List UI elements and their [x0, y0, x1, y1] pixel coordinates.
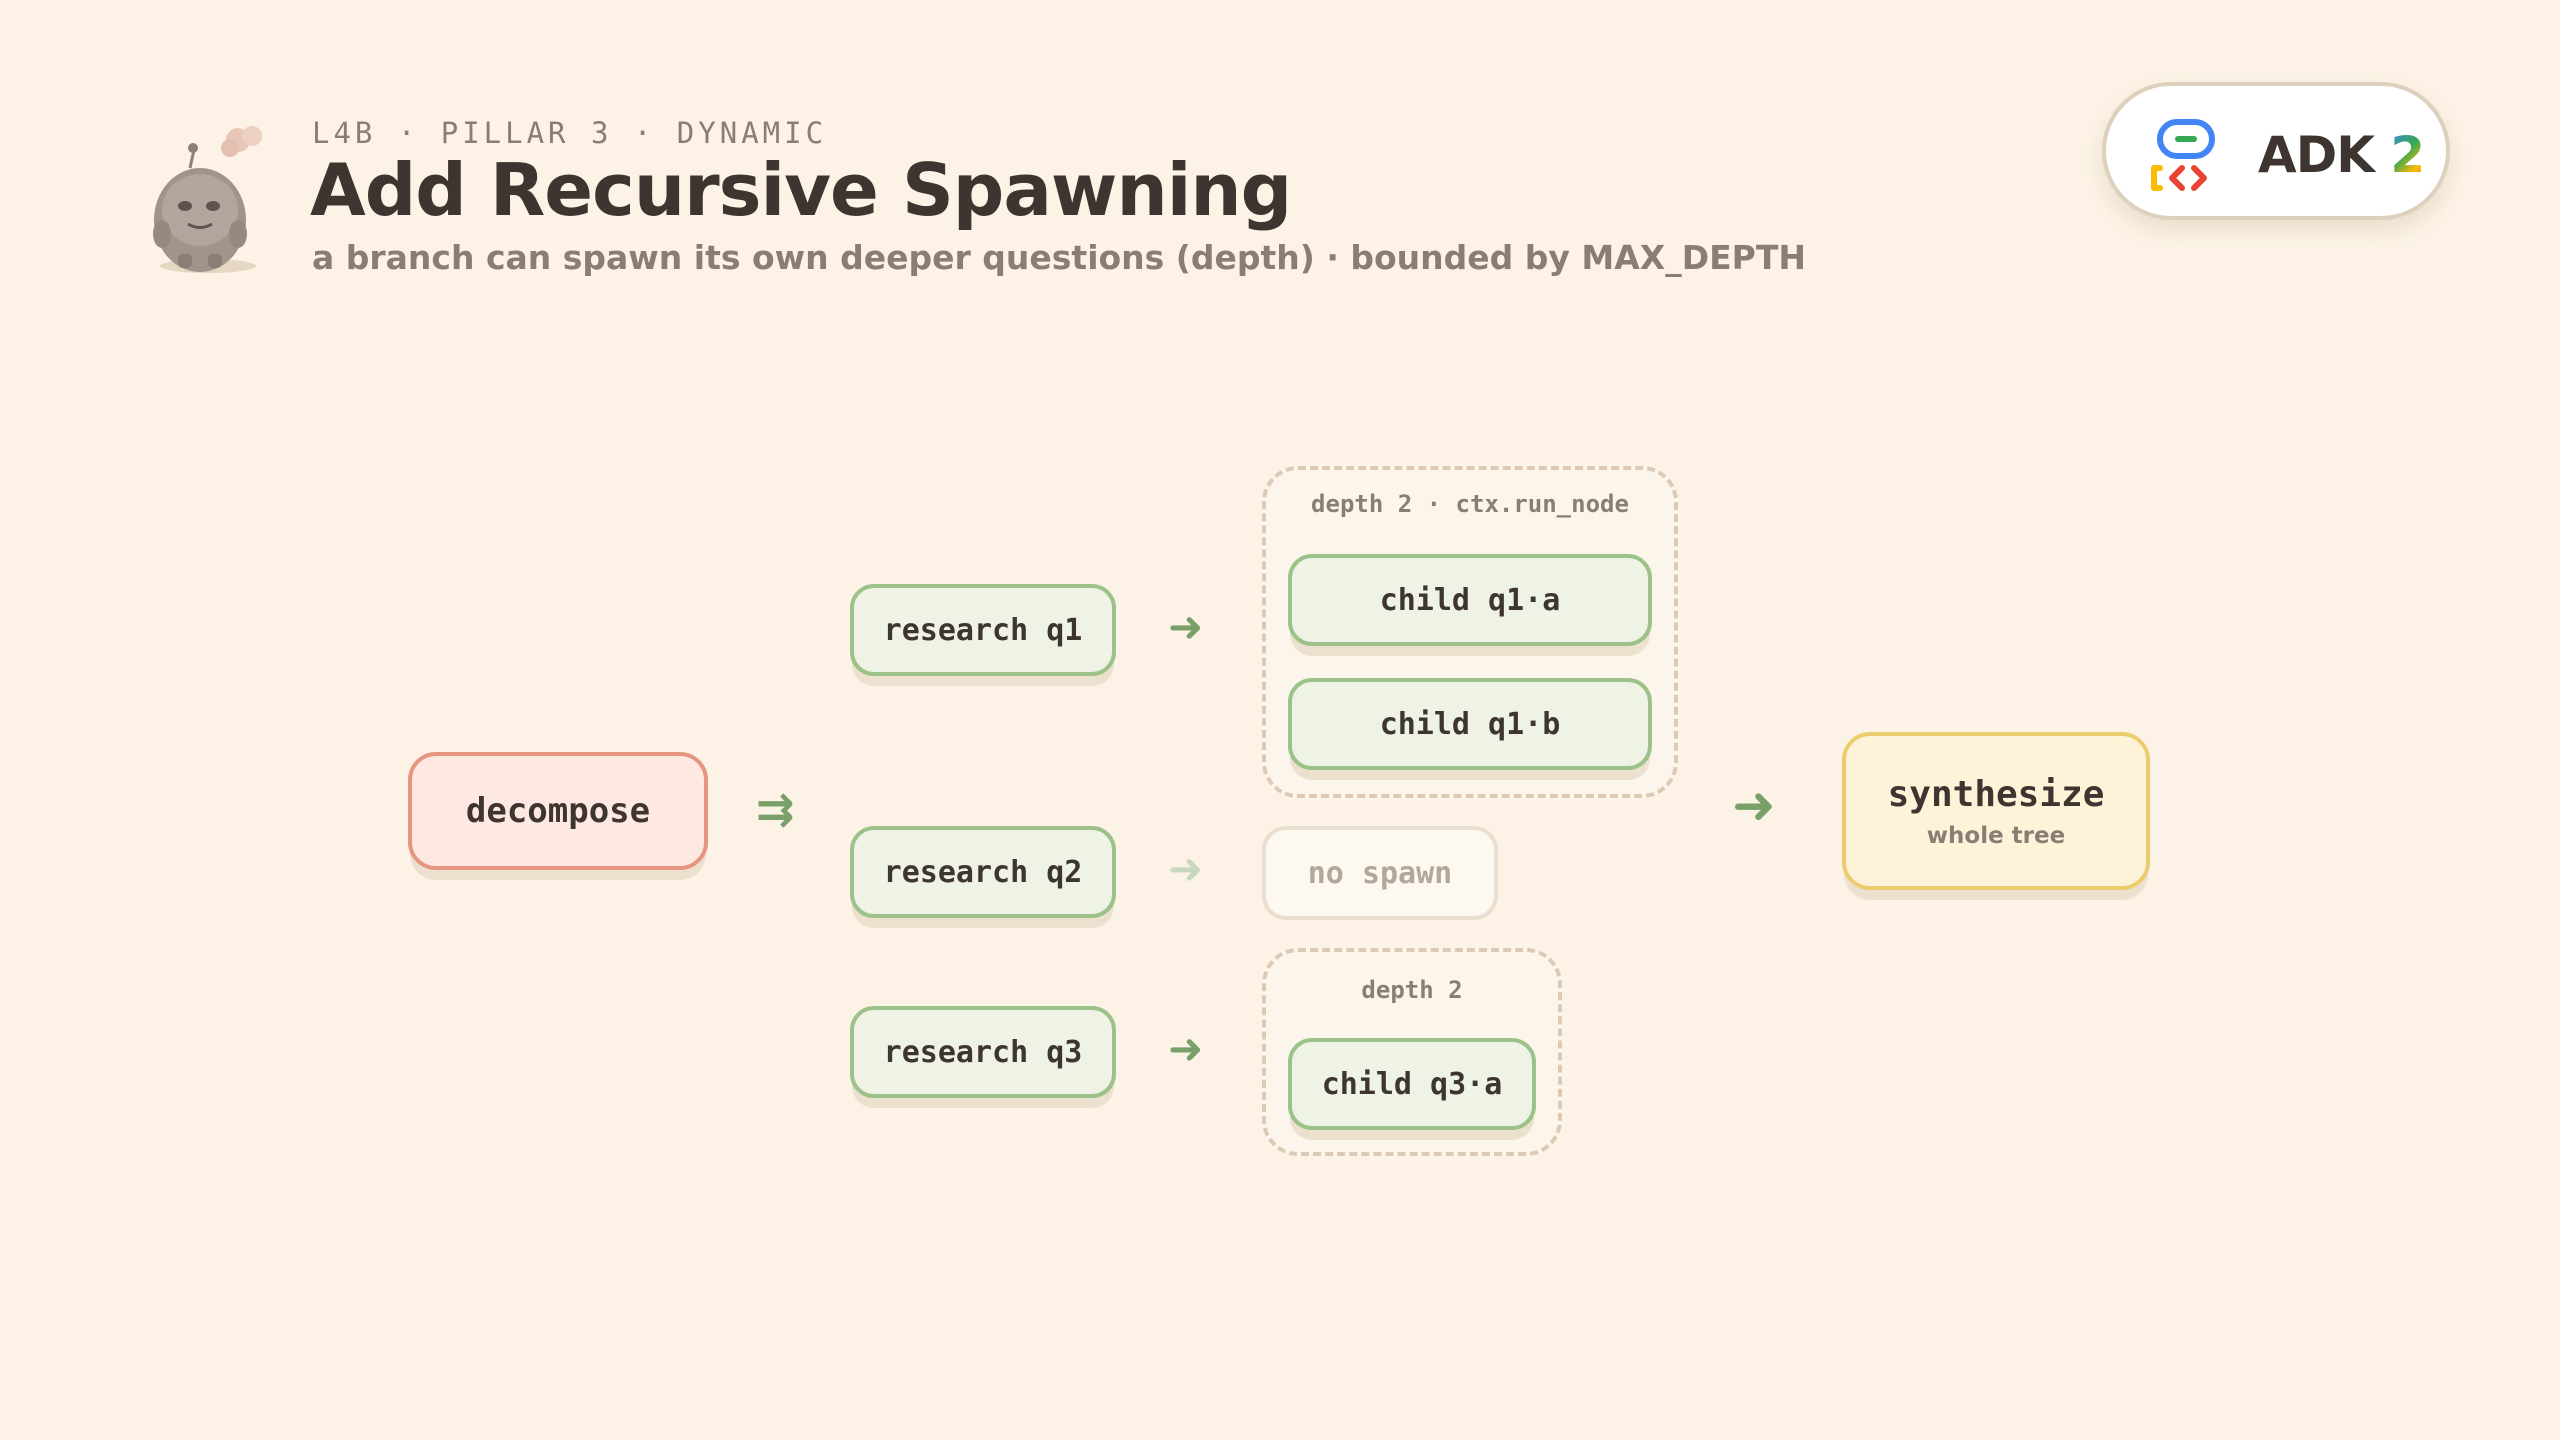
mascot-icon: [138, 118, 278, 278]
research-q3-node: research q3: [850, 1006, 1116, 1098]
group-label: depth 2: [1361, 976, 1463, 1004]
page-title: Add Recursive Spawning: [310, 148, 1292, 232]
fan-out-arrow-icon: ⇉: [756, 782, 795, 836]
synthesize-title: synthesize: [1887, 773, 2105, 815]
no-spawn-node: no spawn: [1262, 826, 1498, 920]
eyebrow-label: L4B · PILLAR 3 · DYNAMIC: [312, 116, 828, 150]
brand-badge: ADK 2: [2102, 82, 2450, 220]
arrow-q1-icon: ➜: [1168, 602, 1204, 651]
child-q1b-node: child q1·b: [1288, 678, 1652, 770]
adk-logo-icon: [2150, 118, 2222, 192]
page-subtitle: a branch can spawn its own deeper questi…: [312, 238, 1806, 277]
synthesize-node: synthesize whole tree: [1842, 732, 2150, 890]
brand-text: ADK: [2258, 126, 2375, 184]
child-q1a-node: child q1·a: [1288, 554, 1652, 646]
synthesize-subtitle: whole tree: [1926, 822, 2066, 849]
child-q3a-node: child q3·a: [1288, 1038, 1536, 1130]
brand-name: ADK 2: [2258, 126, 2425, 184]
research-q1-node: research q1: [850, 584, 1116, 676]
arrow-synthesize-icon: ➜: [1732, 776, 1776, 836]
brand-version: 2: [2390, 126, 2425, 184]
research-q2-node: research q2: [850, 826, 1116, 918]
arrow-q2-icon: ➜: [1168, 844, 1204, 893]
group-label: depth 2 · ctx.run_node: [1311, 490, 1629, 518]
arrow-q3-icon: ➜: [1168, 1024, 1204, 1073]
decompose-node: decompose: [408, 752, 708, 870]
